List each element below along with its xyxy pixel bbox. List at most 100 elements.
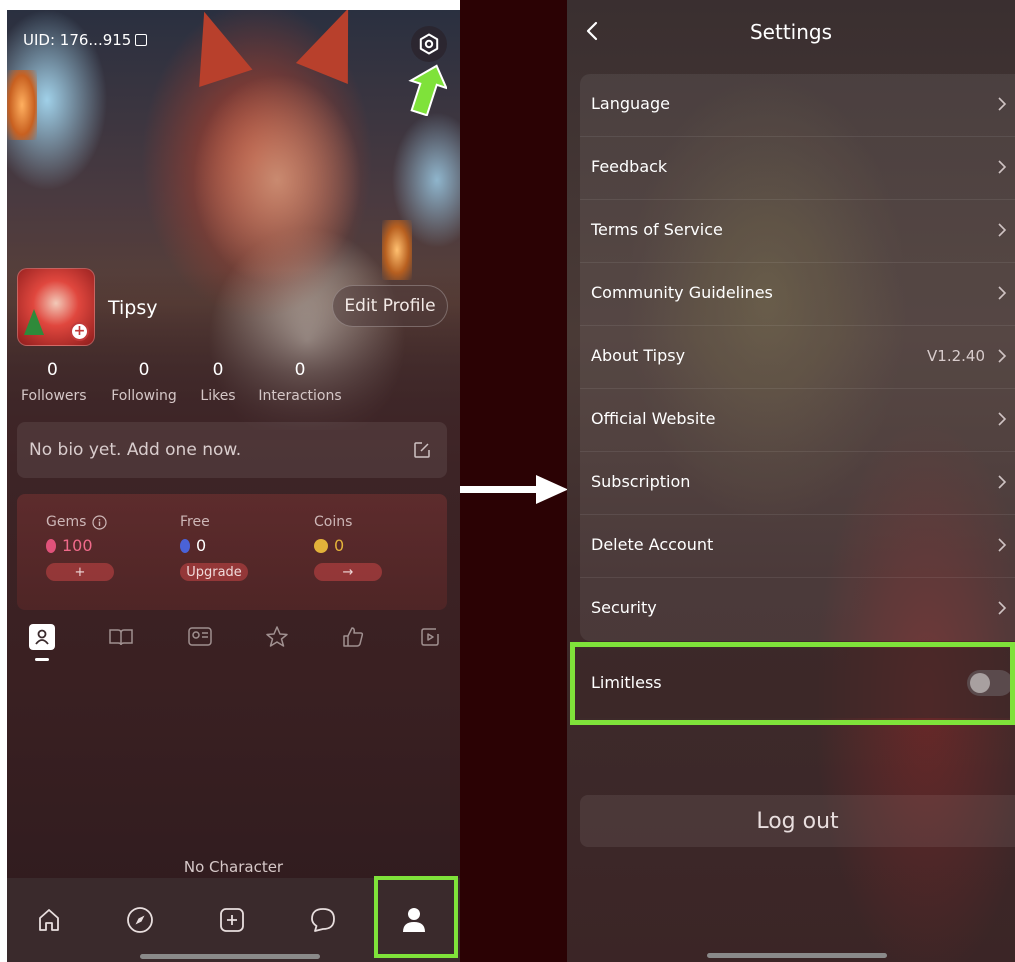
tab-favorites[interactable] [264,624,290,650]
coins-value: 0 [334,536,345,555]
settings-menu: Language Feedback Terms of Service Commu… [580,74,1015,641]
logout-button[interactable]: Log out [580,795,1015,847]
character-ear [295,10,375,84]
coins-label: Coins [314,514,353,530]
gems-column: Gems 100 + [46,514,114,581]
compass-icon [127,907,153,933]
lamp-light [7,70,37,140]
info-icon[interactable] [92,514,108,530]
id-card-icon [188,627,212,646]
home-icon [39,909,59,931]
home-indicator [707,953,887,958]
settings-item-delete-account[interactable]: Delete Account [580,515,1015,578]
profile-screen: UID: 176...915 + Tipsy Edit Profile 0 Fo… [7,10,460,962]
chevron-right-icon [998,97,1007,111]
settings-item-official-website[interactable]: Official Website [580,389,1015,452]
character-ear [177,10,253,87]
empty-state-label: No Character [183,858,284,876]
gems-value: 100 [62,536,93,555]
nav-explore[interactable] [120,900,160,940]
stat-value: 0 [294,360,306,380]
settings-item-label: Feedback [591,157,668,176]
settings-gear-button[interactable] [411,26,447,62]
profile-name: Tipsy [108,297,158,319]
tab-stories[interactable] [108,624,134,650]
chevron-right-icon [998,160,1007,174]
star-icon [266,626,288,647]
play-badge-icon [421,628,439,646]
annotation-highlight-box [374,876,458,958]
gems-label: Gems [46,514,87,530]
app-version: V1.2.40 [927,347,985,365]
free-value: 0 [196,536,207,555]
tab-characters[interactable] [29,624,55,650]
flow-arrow-icon [460,475,568,504]
settings-item-label: Terms of Service [591,220,723,239]
stat-interactions[interactable]: 0 Interactions [257,360,343,404]
coins-column: Coins 0 → [314,514,382,581]
annotation-arrow-icon [408,64,447,116]
free-value-row: 0 [180,536,248,555]
free-label: Free [180,514,210,530]
copy-icon[interactable] [135,34,148,46]
avatar-tree-decoration [24,309,44,335]
active-tab-indicator [35,658,49,661]
bio-field[interactable]: No bio yet. Add one now. [17,422,447,478]
nav-chat[interactable] [303,900,343,940]
tab-cards[interactable] [187,624,213,650]
chevron-right-icon [998,349,1007,363]
stat-label: Likes [200,388,236,404]
settings-item-about[interactable]: About Tipsy V1.2.40 [580,326,1015,389]
stat-following[interactable]: 0 Following [107,360,181,404]
stat-label: Interactions [258,388,342,404]
home-indicator [140,954,320,959]
settings-item-community-guidelines[interactable]: Community Guidelines [580,263,1015,326]
nav-home[interactable] [29,900,69,940]
settings-item-label: About Tipsy [591,346,686,365]
settings-item-feedback[interactable]: Feedback [580,137,1015,200]
chevron-right-icon [998,538,1007,552]
settings-item-label: Language [591,94,670,113]
bio-placeholder: No bio yet. Add one now. [29,440,242,460]
settings-screen: Settings Language Feedback Terms of Serv… [567,0,1015,962]
settings-item-security[interactable]: Security [580,578,1015,641]
chevron-right-icon [998,412,1007,426]
settings-item-label: Delete Account [591,535,714,554]
chevron-right-icon [998,601,1007,615]
settings-item-label: Community Guidelines [591,283,773,302]
settings-item-language[interactable]: Language [580,74,1015,137]
nav-create[interactable] [212,900,252,940]
settings-item-subscription[interactable]: Subscription [580,452,1015,515]
coins-arrow-button[interactable]: → [314,563,382,581]
edit-profile-button[interactable]: Edit Profile [332,285,448,327]
settings-item-label: Official Website [591,409,716,428]
free-column: Free 0 Upgrade [180,514,248,581]
settings-item-label: Security [591,598,657,617]
stat-label: Followers [21,388,87,404]
edit-icon[interactable] [413,441,431,459]
free-gem-icon [180,538,190,553]
chevron-right-icon [998,475,1007,489]
person-icon [35,629,49,645]
gems-value-row: 100 [46,536,114,555]
tab-videos[interactable] [417,624,443,650]
stat-likes[interactable]: 0 Likes [191,360,245,404]
plus-square-icon [220,908,244,932]
upgrade-button[interactable]: Upgrade [180,563,248,581]
page-title: Settings [749,20,833,44]
uid-label[interactable]: UID: 176...915 [23,31,148,49]
gem-icon [46,538,56,553]
stat-label: Following [111,388,177,404]
tab-likes[interactable] [340,624,366,650]
add-avatar-icon[interactable]: + [70,322,89,341]
stat-followers[interactable]: 0 Followers [17,360,87,404]
stat-value: 0 [138,360,150,380]
add-gems-button[interactable]: + [46,563,114,581]
settings-item-terms[interactable]: Terms of Service [580,200,1015,263]
gems-label-row: Gems [46,514,114,530]
coins-value-row: 0 [314,536,382,555]
chat-bubble-icon [311,908,335,932]
thumbs-up-icon [343,627,364,647]
annotation-highlight-box [570,642,1015,725]
chevron-right-icon [998,223,1007,237]
